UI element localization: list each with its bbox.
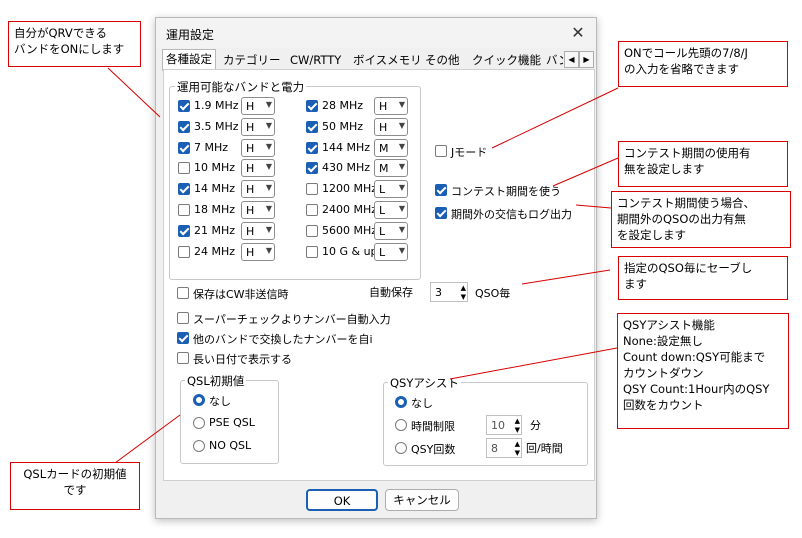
callout-text: Count down:QSY可能まで bbox=[623, 350, 766, 364]
callout-text: 自分がQRVできる bbox=[14, 26, 108, 40]
leader-line-contest-period bbox=[552, 157, 619, 187]
callout-text: バンドをONにします bbox=[14, 42, 125, 56]
callout-text: の入力を省略できます bbox=[624, 62, 739, 76]
callout-text: カウントダウン bbox=[623, 366, 704, 380]
callout-text: 期間外のQSOの出力有無 bbox=[617, 212, 746, 226]
leader-line-j-mode bbox=[491, 87, 619, 149]
leader-line-qsy bbox=[449, 347, 618, 380]
callout-text: QSY Count:1Hour内のQSY bbox=[623, 382, 770, 396]
callout-text: コンテスト期間使う場合、 bbox=[617, 196, 755, 210]
callout-text: QSYアシスト機能 bbox=[623, 318, 715, 332]
callout-text: None:設定無し bbox=[623, 334, 703, 348]
callout-qsy-assist: QSYアシスト機能 None:設定無し Count down:QSY可能まで カ… bbox=[617, 313, 789, 429]
callout-j-mode: ONでコール先頭の7/8/J の入力を省略できます bbox=[618, 41, 788, 87]
callout-text: 無を設定します bbox=[624, 162, 705, 176]
leader-line-qrv bbox=[107, 67, 161, 118]
leader-line-auto-save bbox=[521, 269, 611, 285]
callout-auto-save: 指定のQSO毎にセーブし ます bbox=[618, 256, 788, 300]
callout-qsl: QSLカードの初期値 です bbox=[10, 462, 140, 510]
callout-outside-period: コンテスト期間使う場合、 期間外のQSOの出力有無 を設定します bbox=[611, 191, 791, 248]
callout-text: ます bbox=[624, 277, 647, 291]
callout-qrv-bands: 自分がQRVできる バンドをONにします bbox=[8, 21, 141, 67]
callout-text: 回数をカウント bbox=[623, 398, 704, 412]
callout-text: コンテスト期間の使用有 bbox=[624, 146, 751, 160]
callout-text: QSLカードの初期値 bbox=[23, 467, 127, 481]
leader-line-outside-period bbox=[575, 204, 612, 209]
callout-text: です bbox=[63, 483, 87, 497]
callout-text: 指定のQSO毎にセーブし bbox=[624, 261, 753, 275]
callout-contest-period: コンテスト期間の使用有 無を設定します bbox=[618, 141, 788, 187]
leader-line-qsl bbox=[114, 414, 181, 464]
callout-text: を設定します bbox=[617, 228, 686, 242]
callout-text: ONでコール先頭の7/8/J bbox=[624, 46, 748, 60]
